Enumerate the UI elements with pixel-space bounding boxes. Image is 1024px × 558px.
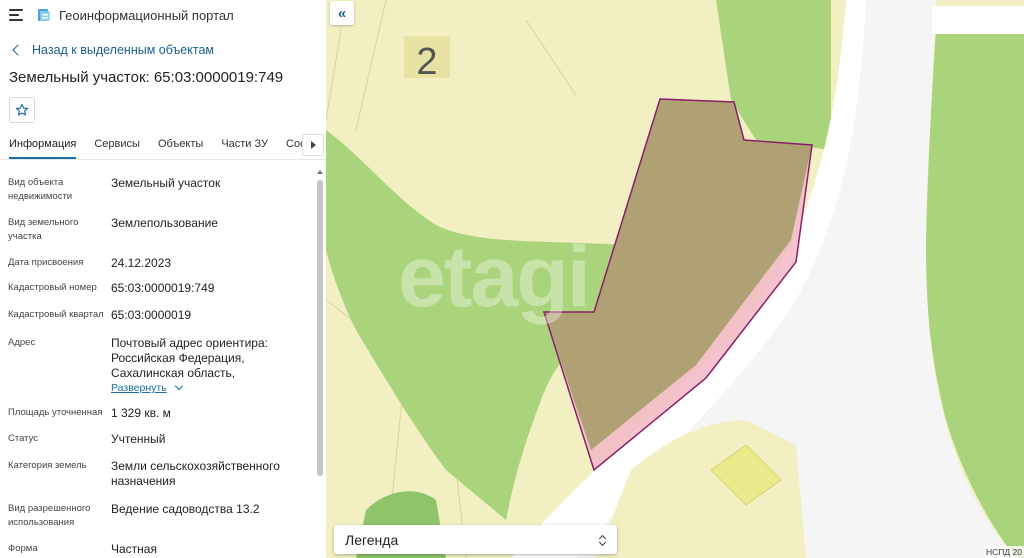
info-panel: Геоинформационный портал Назад к выделен…	[0, 0, 326, 558]
back-link-label: Назад к выделенным объектам	[32, 43, 214, 57]
map-search-box[interactable]	[932, 6, 1024, 34]
properties-list: Вид объекта недвижимости Земельный участ…	[0, 170, 316, 558]
chevron-down-icon	[174, 381, 183, 391]
property-value: Частная	[111, 542, 157, 556]
property-value: Землепользование	[111, 216, 218, 230]
portal-logo-icon	[38, 9, 50, 21]
property-value: Почтовый адрес ориентира: Российская Фед…	[111, 336, 268, 380]
favorite-button[interactable]	[9, 97, 35, 123]
map-view[interactable]: 2 etagi « Легенда НСПД 20	[326, 0, 1024, 558]
scrollbar-thumb[interactable]	[317, 180, 323, 476]
property-label: Статус	[8, 433, 39, 444]
property-value: Учтенный	[111, 432, 166, 446]
map-attribution: НСПД 20	[984, 546, 1024, 558]
legend-label: Легенда	[345, 531, 399, 548]
map-canvas[interactable]: 2	[326, 0, 1024, 558]
property-value: 65:03:0000019	[111, 308, 192, 322]
tab-parcel-parts[interactable]: Части ЗУ	[221, 138, 268, 159]
property-value: Земли сельскохозяйственного назначения	[111, 459, 280, 488]
property-value: 65:03:0000019:749	[111, 281, 215, 295]
back-to-selected-link[interactable]: Назад к выделенным объектам	[0, 39, 326, 61]
property-value: 24.12.2023	[111, 256, 172, 270]
tab-objects[interactable]: Объекты	[158, 138, 203, 159]
map-block-number: 2	[416, 41, 437, 83]
property-label: Вид земельного участка	[8, 217, 79, 242]
up-down-chevron-icon	[598, 534, 607, 547]
legend-dropdown[interactable]: Легенда	[334, 525, 617, 554]
property-label: Площадь уточненная	[8, 407, 103, 418]
tabs-scroll-right-button[interactable]	[302, 134, 324, 156]
property-value: Земельный участок	[111, 176, 221, 190]
caret-right-icon	[310, 141, 316, 149]
property-value: Ведение садоводства 13.2	[111, 502, 260, 516]
property-value: 1 329 кв. м	[111, 406, 171, 420]
properties-scrollbar[interactable]	[316, 170, 324, 558]
object-title: Земельный участок: 65:03:0000019:749	[9, 69, 284, 86]
top-bar: Геоинформационный портал	[0, 0, 326, 30]
tab-services[interactable]: Сервисы	[94, 138, 140, 159]
property-label: Дата присвоения	[8, 257, 84, 268]
tab-bar: Информация Сервисы Объекты Части ЗУ Сост…	[0, 130, 326, 160]
property-label: Адрес	[8, 337, 36, 348]
property-label: Кадастровый номер	[8, 282, 97, 293]
double-chevron-left-icon: «	[337, 4, 347, 22]
property-label: Вид объекта недвижимости	[8, 177, 73, 202]
star-icon	[15, 103, 29, 116]
expand-label: Развернуть	[111, 382, 167, 394]
property-label: Категория земель	[8, 460, 87, 471]
collapse-panel-button[interactable]: «	[330, 1, 354, 25]
property-label: Форма собственности	[8, 543, 73, 558]
scroll-up-icon[interactable]	[317, 170, 323, 174]
property-label: Вид разрешенного использования	[8, 503, 91, 528]
property-label: Кадастровый квартал	[8, 309, 104, 320]
address-expand-link[interactable]: Развернуть	[111, 381, 183, 394]
tab-information[interactable]: Информация	[9, 138, 77, 159]
app-title: Геоинформационный портал	[59, 7, 234, 23]
chevron-left-icon	[12, 44, 24, 56]
menu-icon[interactable]	[9, 9, 23, 21]
